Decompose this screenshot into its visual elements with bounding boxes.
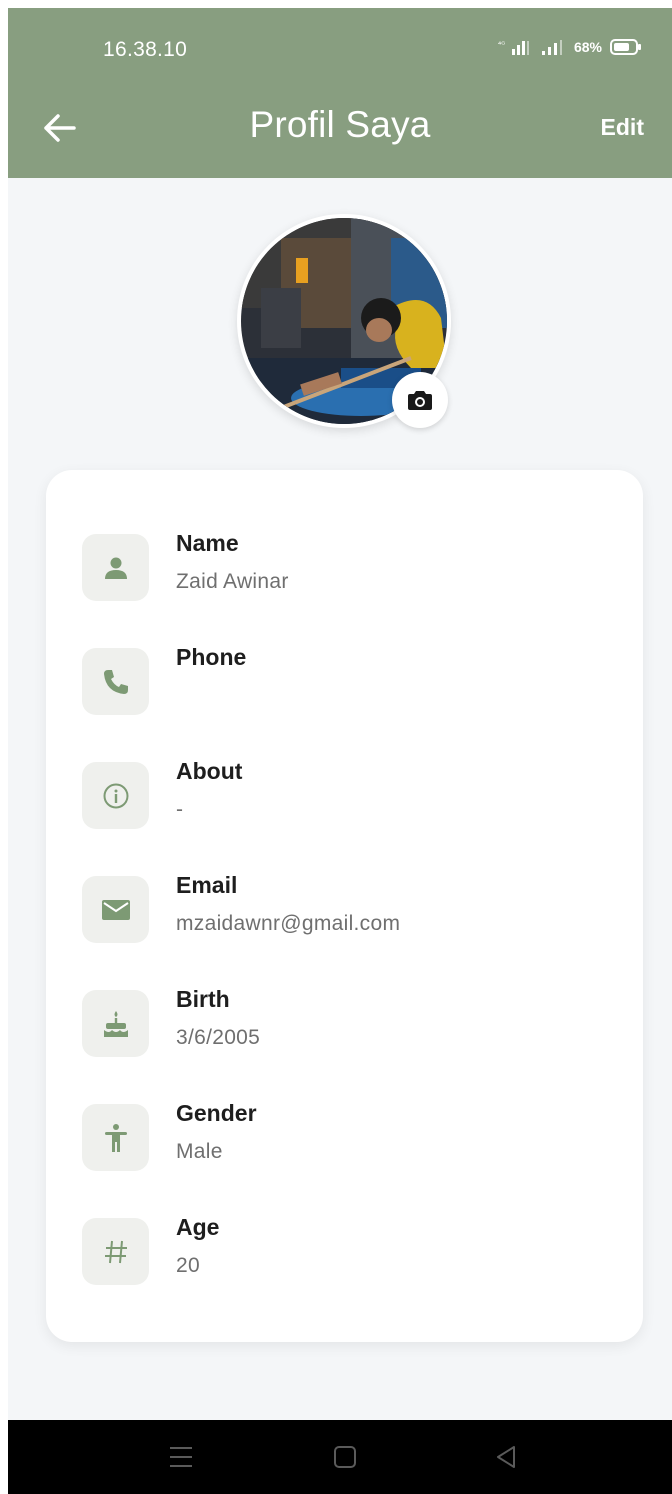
- home-square-icon: [334, 1446, 356, 1468]
- field-icon-box: [82, 876, 149, 943]
- profile-info-card: Name Zaid Awinar Phone About - Email mza…: [46, 470, 643, 1342]
- edit-button[interactable]: Edit: [601, 114, 644, 141]
- field-value: mzaidawnr@gmail.com: [176, 912, 401, 935]
- field-label: Phone: [176, 644, 247, 670]
- field-row-email: Email mzaidawnr@gmail.com: [82, 872, 602, 952]
- battery-percent: 68%: [573, 39, 602, 55]
- field-icon-box: [82, 534, 149, 601]
- menu-icon: [170, 1447, 192, 1467]
- battery-icon: [610, 38, 642, 56]
- back-triangle-icon: [497, 1446, 515, 1468]
- hash-icon: [104, 1240, 127, 1263]
- field-label: Name: [176, 530, 239, 556]
- system-back-button[interactable]: [494, 1444, 518, 1475]
- cake-icon: [103, 1010, 128, 1037]
- field-row-phone: Phone: [82, 644, 602, 724]
- home-button[interactable]: [333, 1444, 357, 1475]
- field-icon-box: [82, 762, 149, 829]
- field-row-about: About -: [82, 758, 602, 838]
- system-nav-bar: [8, 1420, 672, 1494]
- phone-icon: [103, 669, 128, 694]
- status-time: 16.38.10: [103, 38, 188, 61]
- field-row-age: Age 20: [82, 1214, 602, 1294]
- cell-signal-icon: [540, 38, 566, 56]
- svg-text:⁴ᴳ: ⁴ᴳ: [498, 40, 505, 49]
- camera-icon: [408, 391, 432, 410]
- field-icon-box: [82, 648, 149, 715]
- field-row-name: Name Zaid Awinar: [82, 530, 602, 610]
- field-label: Age: [176, 1214, 220, 1240]
- field-label: Email: [176, 872, 238, 898]
- status-indicators: ⁴ᴳ 68%: [498, 38, 642, 56]
- field-row-birth: Birth 3/6/2005: [82, 986, 602, 1066]
- info-icon: [103, 783, 128, 808]
- field-icon-box: [82, 1218, 149, 1285]
- network-signal-icon: ⁴ᴳ: [498, 38, 532, 56]
- page-title: Profil Saya: [249, 104, 431, 145]
- field-value: -: [176, 798, 184, 821]
- field-value: 20: [176, 1254, 200, 1277]
- person-icon: [104, 557, 127, 579]
- field-value: 3/6/2005: [176, 1026, 261, 1049]
- field-label: Birth: [176, 986, 230, 1012]
- field-row-gender: Gender Male: [82, 1100, 602, 1180]
- field-icon-box: [82, 990, 149, 1057]
- accessibility-icon: [104, 1123, 127, 1152]
- field-value: Zaid Awinar: [176, 570, 289, 593]
- avatar-section: [237, 214, 451, 428]
- field-label: About: [176, 758, 243, 784]
- app-bar: 16.38.10 ⁴ᴳ 68% Profil Saya Edit: [8, 8, 672, 178]
- profile-screen: 16.38.10 ⁴ᴳ 68% Profil Saya Edit Name Za…: [8, 8, 672, 1494]
- field-value: Male: [176, 1140, 223, 1163]
- recent-apps-button[interactable]: [168, 1444, 194, 1475]
- field-label: Gender: [176, 1100, 257, 1126]
- change-photo-button[interactable]: [392, 372, 448, 428]
- field-icon-box: [82, 1104, 149, 1171]
- mail-icon: [101, 899, 130, 920]
